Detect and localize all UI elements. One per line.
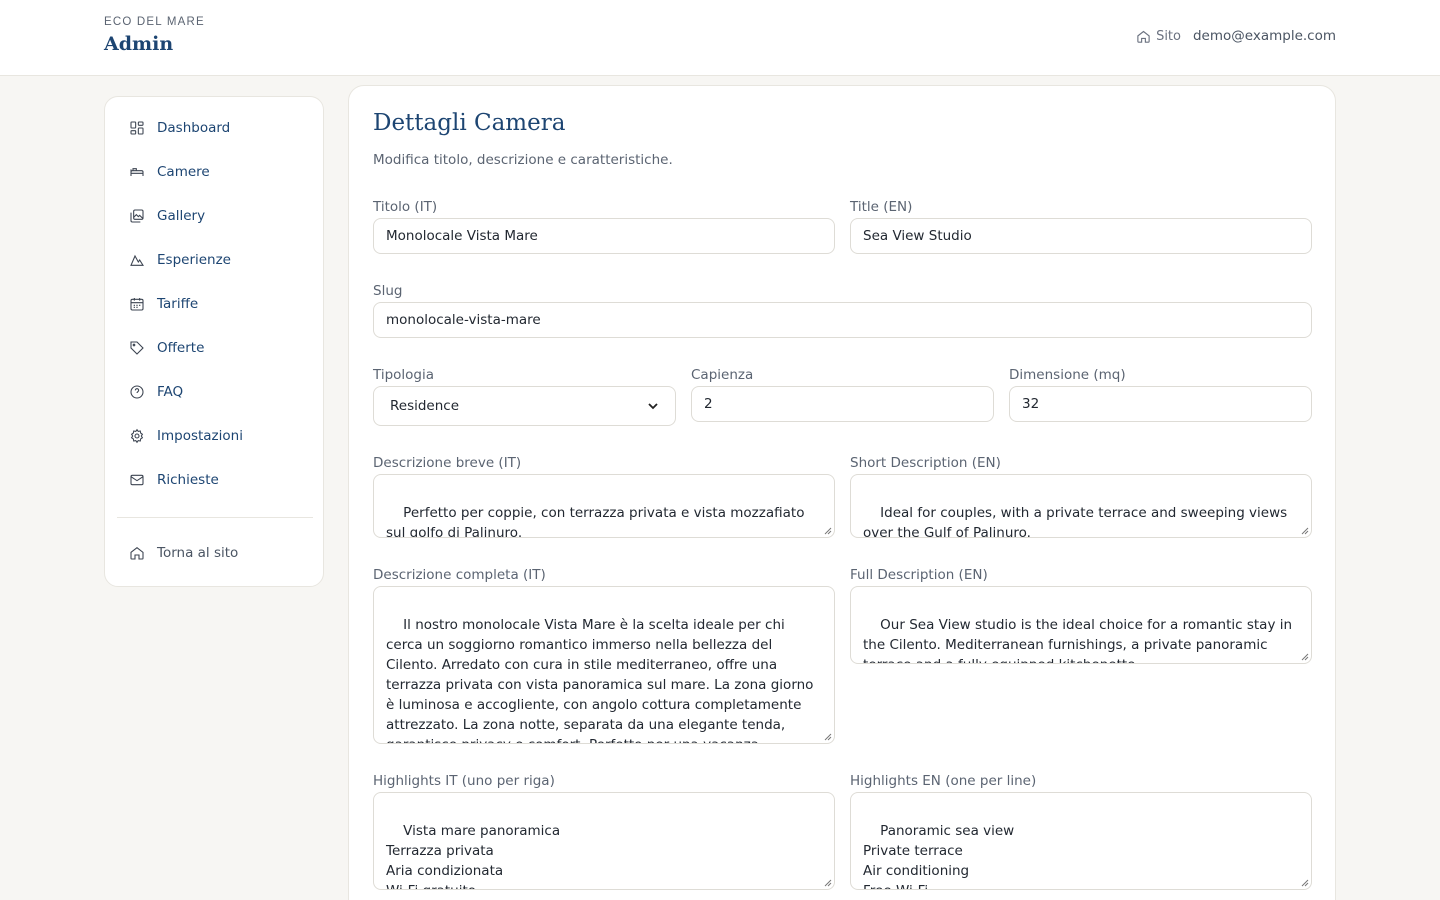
room-details-card: Dettagli Camera Modifica titolo, descriz… <box>348 85 1336 900</box>
sidebar: Dashboard Camere Gallery Esperienze Tari… <box>104 96 324 587</box>
sidebar-item-label: Gallery <box>157 208 206 224</box>
sidebar-item-offerte[interactable]: Offerte <box>129 340 204 356</box>
short-it-label: Descrizione breve (IT) <box>373 455 522 471</box>
tipologia-select[interactable]: Residence <box>373 386 676 426</box>
sidebar-item-label: Dashboard <box>157 120 231 136</box>
resize-grip-icon[interactable] <box>1300 526 1309 535</box>
full-it-textarea[interactable]: Il nostro monolocale Vista Mare è la sce… <box>373 586 835 744</box>
sidebar-item-label: Offerte <box>157 340 205 356</box>
sidebar-item-label: Camere <box>157 164 210 180</box>
highlights-it-text: Vista mare panoramica Terrazza privata A… <box>386 823 561 889</box>
sidebar-item-impostazioni[interactable]: Impostazioni <box>129 428 243 444</box>
full-en-label: Full Description (EN) <box>850 567 988 583</box>
short-en-label: Short Description (EN) <box>850 455 1001 471</box>
help-circle-icon <box>129 384 145 400</box>
site-link[interactable]: Sito <box>1136 29 1181 44</box>
tipologia-label: Tipologia <box>373 367 435 383</box>
highlights-it-textarea[interactable]: Vista mare panoramica Terrazza privata A… <box>373 792 835 890</box>
title-it-label: Titolo (IT) <box>373 199 438 215</box>
resize-grip-icon[interactable] <box>823 526 832 535</box>
brand-kicker: ECO DEL MARE <box>104 16 205 28</box>
highlights-en-label: Highlights EN (one per line) <box>850 773 1037 789</box>
capienza-label: Capienza <box>691 367 754 383</box>
title-en-input[interactable]: Sea View Studio <box>850 218 1312 254</box>
short-en-textarea[interactable]: Ideal for couples, with a private terrac… <box>850 474 1312 538</box>
resize-grip-icon[interactable] <box>823 878 832 887</box>
full-it-label: Descrizione completa (IT) <box>373 567 546 583</box>
highlights-en-textarea[interactable]: Panoramic sea view Private terrace Air c… <box>850 792 1312 890</box>
dimensione-input[interactable]: 32 <box>1009 386 1312 422</box>
mail-icon <box>129 472 145 488</box>
calendar-icon <box>129 296 145 312</box>
top-bar: ECO DEL MARE Admin Sito demo@example.com <box>0 0 1440 76</box>
slug-input[interactable]: monolocale-vista-mare <box>373 302 1312 338</box>
sidebar-item-dashboard[interactable]: Dashboard <box>129 120 230 136</box>
sidebar-item-back-to-site[interactable]: Torna al sito <box>129 545 238 561</box>
sidebar-item-label: Impostazioni <box>157 428 243 444</box>
short-en-text: Ideal for couples, with a private terrac… <box>863 505 1292 538</box>
bed-icon <box>129 164 145 180</box>
capienza-input[interactable]: 2 <box>691 386 994 422</box>
gallery-icon <box>129 208 145 224</box>
sidebar-item-label: Esperienze <box>157 252 231 268</box>
chevron-down-icon <box>648 403 658 410</box>
sidebar-item-camere[interactable]: Camere <box>129 164 210 180</box>
sidebar-item-label: Torna al sito <box>157 545 239 561</box>
sidebar-item-gallery[interactable]: Gallery <box>129 208 205 224</box>
sidebar-item-label: Richieste <box>157 472 219 488</box>
resize-grip-icon[interactable] <box>823 732 832 741</box>
title-en-label: Title (EN) <box>850 199 913 215</box>
dimensione-label: Dimensione (mq) <box>1009 367 1126 383</box>
short-it-text: Perfetto per coppie, con terrazza privat… <box>386 505 809 538</box>
short-it-textarea[interactable]: Perfetto per coppie, con terrazza privat… <box>373 474 835 538</box>
sidebar-item-label: Tariffe <box>157 296 199 312</box>
site-link-label: Sito <box>1156 28 1181 44</box>
tag-icon <box>129 340 145 356</box>
highlights-it-label: Highlights IT (uno per riga) <box>373 773 555 789</box>
sidebar-item-faq[interactable]: FAQ <box>129 384 183 400</box>
resize-grip-icon[interactable] <box>1300 878 1309 887</box>
mountain-icon <box>129 252 145 268</box>
gear-icon <box>129 428 145 444</box>
home-icon <box>129 545 145 561</box>
title-it-input[interactable]: Monolocale Vista Mare <box>373 218 835 254</box>
brand-title[interactable]: Admin <box>104 33 173 55</box>
user-email: demo@example.com <box>1192 28 1336 44</box>
home-icon <box>1137 30 1150 43</box>
sidebar-item-esperienze[interactable]: Esperienze <box>129 252 231 268</box>
resize-grip-icon[interactable] <box>1300 652 1309 661</box>
sidebar-item-tariffe[interactable]: Tariffe <box>129 296 198 312</box>
full-en-text: Our Sea View studio is the ideal choice … <box>863 617 1293 663</box>
dashboard-icon <box>129 120 145 136</box>
slug-label: Slug <box>373 283 403 299</box>
page-subtitle: Modifica titolo, descrizione e caratteri… <box>373 152 673 168</box>
top-right-area: Sito demo@example.com <box>1136 28 1336 44</box>
sidebar-item-richieste[interactable]: Richieste <box>129 472 219 488</box>
highlights-en-text: Panoramic sea view Private terrace Air c… <box>863 823 1015 889</box>
sidebar-item-label: FAQ <box>157 384 184 400</box>
full-en-textarea[interactable]: Our Sea View studio is the ideal choice … <box>850 586 1312 664</box>
full-it-text: Il nostro monolocale Vista Mare è la sce… <box>386 617 814 743</box>
sidebar-divider <box>117 517 313 518</box>
tipologia-selected-value: Residence <box>390 398 460 414</box>
page-title: Dettagli Camera <box>373 110 566 136</box>
